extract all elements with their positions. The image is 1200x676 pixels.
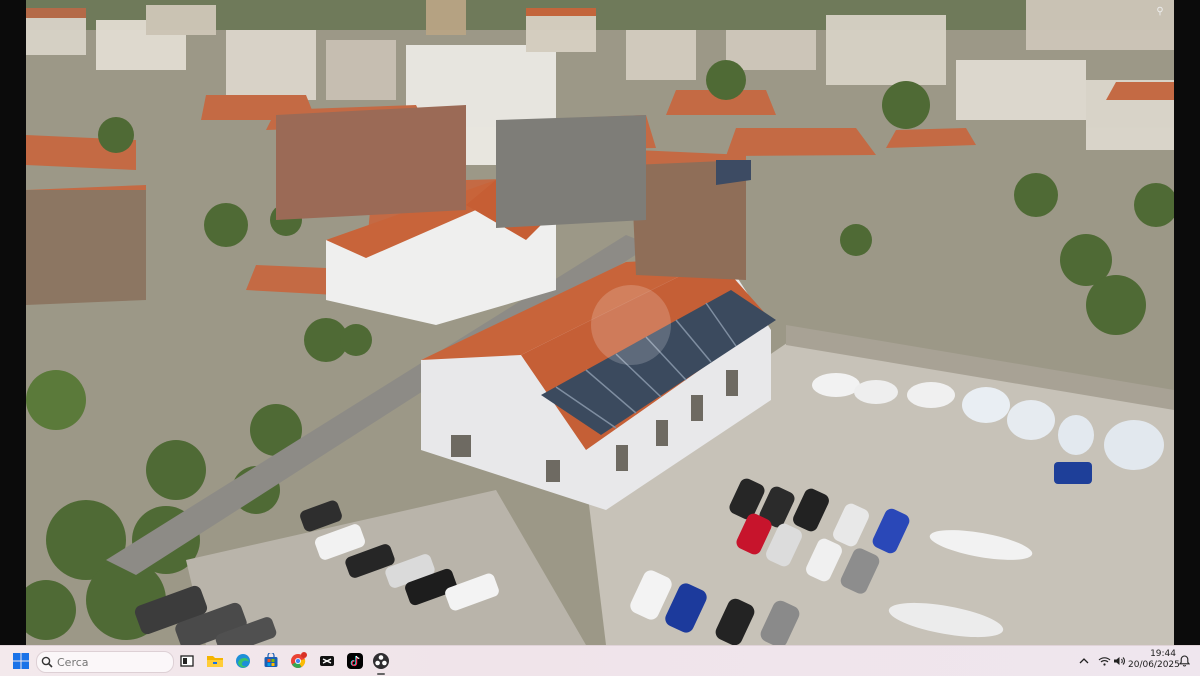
notification-badge — [301, 652, 307, 658]
capcut-button[interactable] — [316, 650, 338, 672]
search-icon — [37, 656, 57, 668]
store-button[interactable] — [260, 650, 282, 672]
tiktok-button[interactable] — [344, 650, 366, 672]
task-view-button[interactable] — [176, 650, 198, 672]
aerial-town-photo: ⚲ — [26, 0, 1174, 645]
zoom-icon[interactable]: ⚲ — [1154, 6, 1166, 18]
edge-button[interactable] — [232, 650, 254, 672]
taskbar-clock[interactable]: 19:44 20/06/2025 — [1128, 649, 1180, 671]
wifi-icon — [1098, 657, 1110, 666]
file-explorer-button[interactable] — [204, 650, 226, 672]
chevron-up-icon — [1079, 658, 1089, 664]
speaker-icon — [1113, 657, 1125, 665]
notification-bell-icon — [1178, 655, 1190, 667]
volume-button[interactable] — [1112, 654, 1126, 668]
capcut-icon — [320, 656, 334, 666]
wifi-button[interactable] — [1097, 654, 1111, 668]
edge-icon — [236, 654, 250, 668]
taskbar: 19:44 20/06/2025 — [0, 645, 1200, 676]
task-view-icon — [180, 655, 194, 667]
search-input[interactable] — [57, 655, 157, 669]
show-hidden-icons-button[interactable] — [1078, 654, 1090, 668]
clock-date: 20/06/2025 — [1128, 660, 1180, 670]
notifications-button[interactable] — [1178, 654, 1190, 668]
windows-icon — [13, 653, 29, 669]
taskbar-search[interactable] — [36, 651, 174, 673]
chrome-button[interactable] — [288, 650, 310, 672]
photo-viewer: ⚲ — [0, 0, 1200, 645]
tiktok-icon — [347, 653, 363, 669]
start-button[interactable] — [10, 650, 32, 672]
folder-icon — [207, 656, 223, 667]
clock-time: 19:44 — [1150, 649, 1176, 659]
obs-button[interactable] — [370, 650, 392, 675]
watermark-logo — [591, 285, 671, 365]
obs-icon — [373, 653, 389, 669]
store-icon — [264, 653, 278, 667]
chrome-icon — [291, 652, 307, 668]
